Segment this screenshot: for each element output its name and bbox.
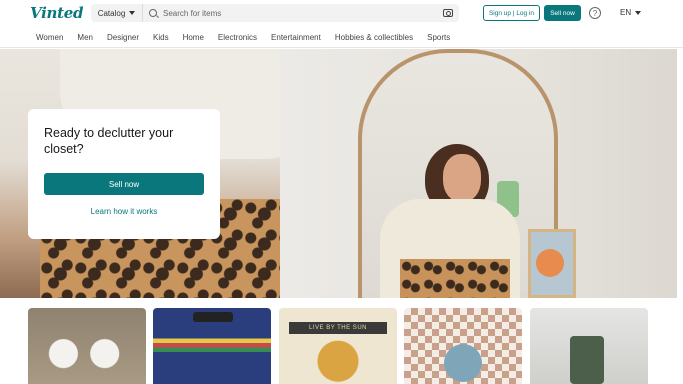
nav-item-hobbies[interactable]: Hobbies & collectibles [335,33,413,42]
nav-item-women[interactable]: Women [36,33,63,42]
tumbler-image [570,336,604,384]
nav-item-men[interactable]: Men [77,33,93,42]
product-print-banner: LIVE BY THE SUN [289,322,387,334]
top-header: Vinted Catalog Sign up | Log in Sell now… [0,0,683,26]
help-icon[interactable]: ? [589,7,601,19]
category-nav: Women Men Designer Kids Home Electronics… [0,27,683,48]
smiley-face-image [444,344,482,382]
search-icon [149,9,157,17]
signup-login-button[interactable]: Sign up | Log in [483,5,540,21]
catalog-dropdown[interactable]: Catalog [91,4,143,22]
catalog-label: Catalog [97,8,126,18]
chevron-down-icon [129,11,136,15]
nav-item-designer[interactable]: Designer [107,33,139,42]
nav-item-entertainment[interactable]: Entertainment [271,33,321,42]
hanger-image [193,312,233,322]
nav-item-electronics[interactable]: Electronics [218,33,257,42]
chevron-down-icon [635,10,642,15]
product-card[interactable] [153,308,271,384]
hero-woman-skirt [400,259,510,298]
product-card[interactable] [28,308,146,384]
vinted-logo[interactable]: Vinted [30,4,83,22]
product-card[interactable] [530,308,648,384]
language-label: EN [620,8,632,17]
hero-title: Ready to declutter your closet? [44,126,174,156]
hero-artwork-flower [536,249,564,277]
learn-how-it-works-link[interactable]: Learn how it works [44,207,204,216]
hero-card: Ready to declutter your closet? Sell now… [28,109,220,239]
product-grid: LIVE BY THE SUN [28,308,648,384]
nav-item-home[interactable]: Home [183,33,204,42]
search-bar: Catalog [91,4,459,22]
product-card[interactable]: LIVE BY THE SUN [279,308,397,384]
hero-sell-now-button[interactable]: Sell now [44,173,204,195]
nav-item-kids[interactable]: Kids [153,33,169,42]
hero-woman-face [443,154,481,202]
search-input[interactable] [157,5,443,21]
camera-icon[interactable] [443,9,453,17]
sell-now-button[interactable]: Sell now [544,5,581,21]
nav-item-sports[interactable]: Sports [427,33,450,42]
product-card[interactable] [404,308,522,384]
language-selector[interactable]: EN [620,8,642,17]
